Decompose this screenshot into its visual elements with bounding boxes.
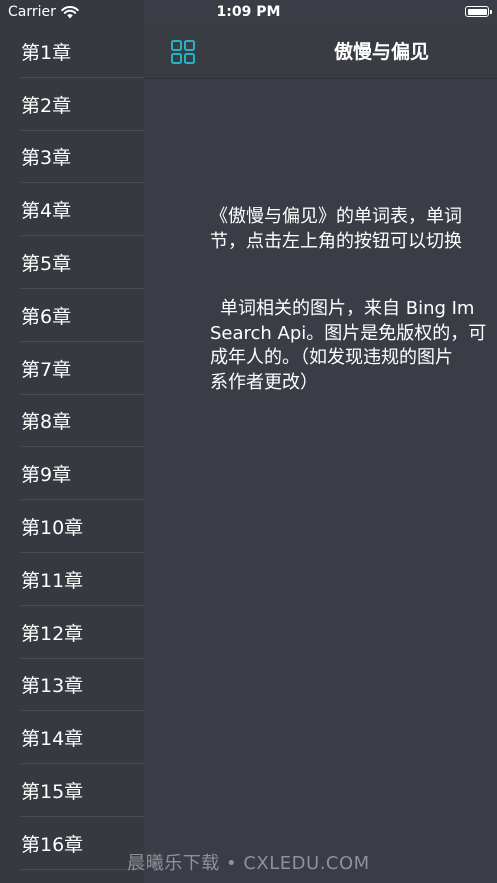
status-bar: Carrier 1:09 PM [0,0,497,26]
chapter-item[interactable]: 第9章 [0,447,144,500]
grid-icon [171,40,195,64]
chapter-item[interactable]: 第4章 [0,183,144,236]
chapter-item[interactable]: 第7章 [0,342,144,395]
chapter-item[interactable]: 第12章 [0,606,144,659]
source-line-3: 成年人的。（如发现违规的图片 [210,347,453,368]
navigation-bar: 傲慢与偏见 [144,26,497,79]
chapter-list: 第1章 第2章 第3章 第4章 第5章 第6章 第7章 第8章 第9章 第10章… [0,25,144,870]
watermark-text: 晨曦乐下载 • CXLEDU.COM [127,853,370,874]
chapter-sidebar: 第1章 第2章 第3章 第4章 第5章 第6章 第7章 第8章 第9章 第10章… [0,0,144,883]
chapter-item[interactable]: 第8章 [0,395,144,448]
image-source-paragraph: 单词相关的图片，来自 Bing Im Search Api。图片是免版权的，可 成年… [210,297,497,395]
chapter-item[interactable]: 第13章 [0,659,144,712]
chapter-item[interactable]: 第5章 [0,236,144,289]
source-line-1: 单词相关的图片，来自 Bing Im [220,298,475,319]
menu-toggle-button[interactable] [170,39,196,65]
chapter-item[interactable]: 第1章 [0,25,144,78]
status-time: 1:09 PM [216,4,281,20]
chapter-item[interactable]: 第14章 [0,711,144,764]
source-line-2: Search Api。图片是免版权的，可 [210,322,487,344]
chapter-item[interactable]: 第6章 [0,289,144,342]
intro-paragraph: 《傲慢与偏见》的单词表，单词 节，点击左上角的按钮可以切换 [210,205,497,254]
battery-icon [465,6,492,17]
chapter-item[interactable]: 第11章 [0,553,144,606]
chapter-item[interactable]: 第2章 [0,78,144,131]
chapter-item[interactable]: 第15章 [0,764,144,817]
chapter-item[interactable]: 第3章 [0,131,144,184]
chapter-item[interactable]: 第10章 [0,500,144,553]
page-title: 傲慢与偏见 [334,41,430,63]
intro-line-2: 节，点击左上角的按钮可以切换 [210,230,462,252]
description-text: 《傲慢与偏见》的单词表，单词 节，点击左上角的按钮可以切换 单词相关的图片，来自 … [210,205,497,395]
source-line-4: 系作者更改） [210,371,318,393]
intro-line-1: 《傲慢与偏见》的单词表，单词 [210,206,462,227]
